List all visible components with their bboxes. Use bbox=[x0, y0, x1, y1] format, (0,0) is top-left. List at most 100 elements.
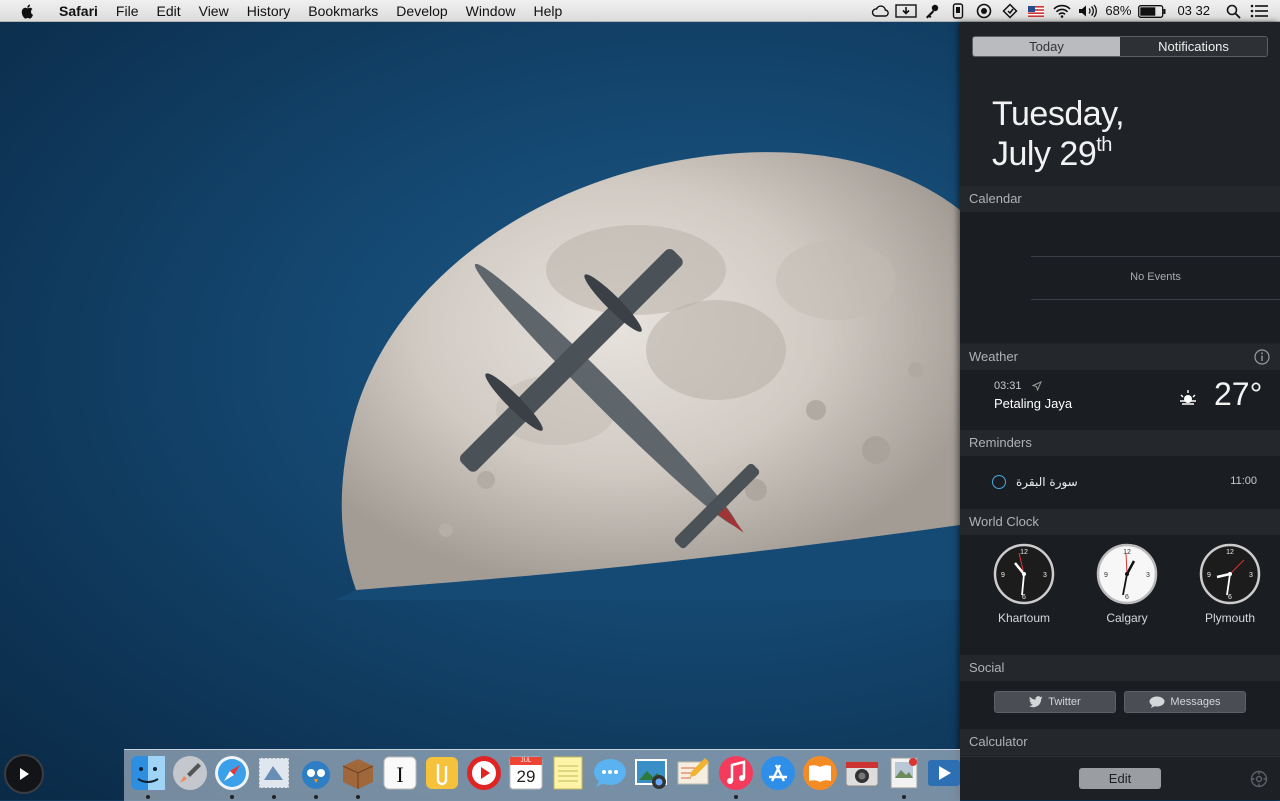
play-icon bbox=[20, 768, 29, 780]
calendar-widget: No Events bbox=[960, 212, 1280, 343]
date-weekday: Tuesday, bbox=[992, 95, 1125, 133]
battery-icon[interactable] bbox=[1137, 0, 1167, 22]
sync-icon[interactable] bbox=[999, 0, 1021, 22]
battery-percent: 68% bbox=[1105, 3, 1132, 18]
apple-icon[interactable] bbox=[20, 3, 36, 19]
dock-package[interactable] bbox=[339, 754, 377, 799]
search-icon[interactable] bbox=[1222, 0, 1244, 22]
clock-khartoum[interactable]: 12 3 6 9 Khartoum bbox=[993, 543, 1055, 625]
dock-youtube[interactable] bbox=[465, 754, 503, 792]
world-clock-header[interactable]: World Clock bbox=[960, 509, 1280, 535]
instapaper-icon: I bbox=[383, 756, 417, 790]
nc-footer: Edit bbox=[960, 756, 1280, 800]
camera-photo-icon bbox=[635, 759, 667, 789]
volume-icon[interactable] bbox=[1077, 0, 1099, 22]
dock-calendar[interactable]: JUL 29 bbox=[507, 754, 545, 792]
twitter-bird-icon bbox=[1029, 696, 1043, 708]
reminder-checkbox[interactable] bbox=[992, 475, 1006, 489]
svg-text:9: 9 bbox=[1207, 572, 1211, 579]
clock-calgary[interactable]: 12 3 6 9 Calgary bbox=[1096, 543, 1158, 625]
dock-ecoute[interactable] bbox=[675, 754, 713, 792]
messages-button[interactable]: Messages bbox=[1124, 691, 1246, 713]
box-icon bbox=[342, 759, 374, 789]
dock: I JUL 29 bbox=[124, 749, 960, 801]
calendar-no-events: No Events bbox=[1130, 271, 1181, 283]
menu-window[interactable]: Window bbox=[457, 0, 525, 22]
menu-help[interactable]: Help bbox=[524, 0, 571, 22]
dock-app-store[interactable] bbox=[759, 754, 797, 792]
analog-clock-dark-icon: 12369 bbox=[993, 543, 1055, 605]
phone-icon[interactable] bbox=[947, 0, 969, 22]
clock-plymouth[interactable]: 12 3 6 9 Plymouth bbox=[1199, 543, 1261, 625]
gear-icon[interactable] bbox=[1250, 770, 1268, 788]
menu-file[interactable]: File bbox=[107, 0, 148, 22]
compass-icon bbox=[215, 756, 249, 790]
video-play-icon bbox=[928, 760, 960, 786]
menu-edit[interactable]: Edit bbox=[147, 0, 189, 22]
cloud-icon[interactable] bbox=[869, 0, 891, 22]
menu-view[interactable]: View bbox=[190, 0, 238, 22]
weather-header[interactable]: Weather bbox=[960, 344, 1280, 370]
svg-text:3: 3 bbox=[1249, 572, 1253, 579]
messages-button-label: Messages bbox=[1170, 696, 1221, 708]
list-icon[interactable] bbox=[1248, 0, 1270, 22]
menu-app-name[interactable]: Safari bbox=[50, 0, 107, 22]
key-icon[interactable] bbox=[921, 0, 943, 22]
download-icon[interactable] bbox=[895, 0, 918, 22]
tab-notifications[interactable]: Notifications bbox=[1120, 37, 1267, 56]
menubar-clock[interactable]: 03 32 bbox=[1169, 0, 1220, 22]
menu-develop[interactable]: Develop bbox=[387, 0, 456, 22]
svg-text:3: 3 bbox=[1043, 572, 1047, 579]
clock-city-label: Calgary bbox=[1106, 611, 1148, 625]
record-icon[interactable] bbox=[973, 0, 995, 22]
notification-center: Today Notifications Tuesday, July 29th C… bbox=[960, 22, 1280, 800]
tab-today[interactable]: Today bbox=[973, 37, 1120, 56]
us-flag-icon[interactable] bbox=[1025, 0, 1047, 22]
reminders-header[interactable]: Reminders bbox=[960, 430, 1280, 456]
app-store-icon bbox=[761, 756, 795, 790]
envelope-pencil-icon bbox=[677, 758, 709, 785]
instant-camera-icon bbox=[845, 761, 879, 787]
dock-launchpad[interactable] bbox=[171, 754, 209, 792]
sunrise-icon bbox=[1180, 390, 1196, 405]
dock-mail[interactable] bbox=[255, 754, 293, 799]
dock-itunes[interactable] bbox=[717, 754, 755, 799]
svg-text:6: 6 bbox=[1228, 594, 1232, 601]
clock-city-label: Khartoum bbox=[997, 611, 1051, 625]
dock-finder[interactable] bbox=[129, 754, 167, 799]
dock-instapaper[interactable]: I bbox=[381, 754, 419, 792]
weather-time: 03:31 bbox=[994, 380, 1022, 392]
info-icon[interactable] bbox=[1254, 349, 1270, 365]
running-indicator bbox=[272, 795, 276, 799]
edit-button[interactable]: Edit bbox=[1079, 768, 1161, 789]
dock-preview[interactable] bbox=[885, 754, 923, 799]
running-indicator bbox=[146, 795, 150, 799]
calendar-divider bbox=[1031, 299, 1280, 300]
menu-bookmarks[interactable]: Bookmarks bbox=[299, 0, 387, 22]
running-indicator bbox=[314, 795, 318, 799]
menu-history[interactable]: History bbox=[238, 0, 300, 22]
calculator-header[interactable]: Calculator bbox=[960, 729, 1280, 755]
wifi-icon[interactable] bbox=[1051, 0, 1073, 22]
dock-photo-booth[interactable] bbox=[843, 754, 881, 792]
open-book-icon bbox=[803, 756, 837, 790]
reminders-widget: سورة البقرة 11:00 bbox=[960, 456, 1280, 509]
play-button[interactable] bbox=[4, 754, 44, 794]
reminder-text[interactable]: سورة البقرة bbox=[1016, 475, 1078, 489]
dock-safari[interactable] bbox=[213, 754, 251, 799]
calendar-header[interactable]: Calendar bbox=[960, 186, 1280, 212]
dock-quicktime[interactable] bbox=[925, 754, 963, 792]
twitter-button[interactable]: Twitter bbox=[994, 691, 1116, 713]
social-header[interactable]: Social bbox=[960, 655, 1280, 681]
svg-text:12: 12 bbox=[1226, 549, 1234, 556]
social-widget: Twitter Messages bbox=[960, 681, 1280, 729]
weather-widget[interactable]: 03:31 Petaling Jaya 27° bbox=[960, 370, 1280, 430]
analog-clock-dark-icon: 12 3 6 9 bbox=[1199, 543, 1261, 605]
dock-tweetbot[interactable] bbox=[297, 754, 335, 799]
dock-iphoto[interactable] bbox=[633, 754, 671, 792]
dock-clips[interactable] bbox=[423, 754, 461, 792]
dock-messages[interactable] bbox=[591, 754, 629, 792]
clock-city-label: Plymouth bbox=[1204, 611, 1256, 625]
dock-ibooks[interactable] bbox=[801, 754, 839, 792]
dock-notes[interactable] bbox=[549, 754, 587, 792]
